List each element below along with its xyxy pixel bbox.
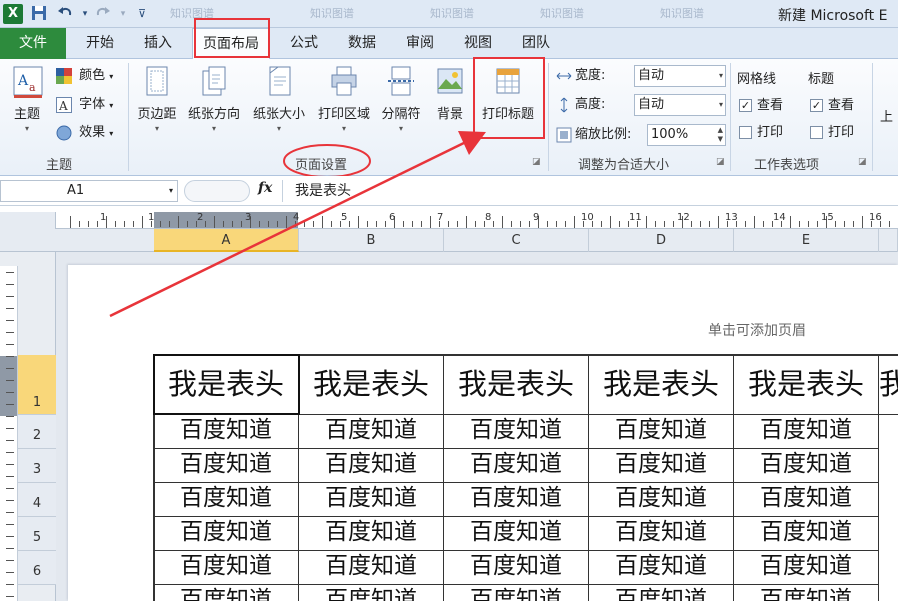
- excel-window: X ▾ ▾ ⊽ 知识图谱 知识图谱 知识图谱 知识图谱 知识图谱 新建 Micr…: [0, 0, 898, 601]
- annotation-arrow: [109, 131, 486, 318]
